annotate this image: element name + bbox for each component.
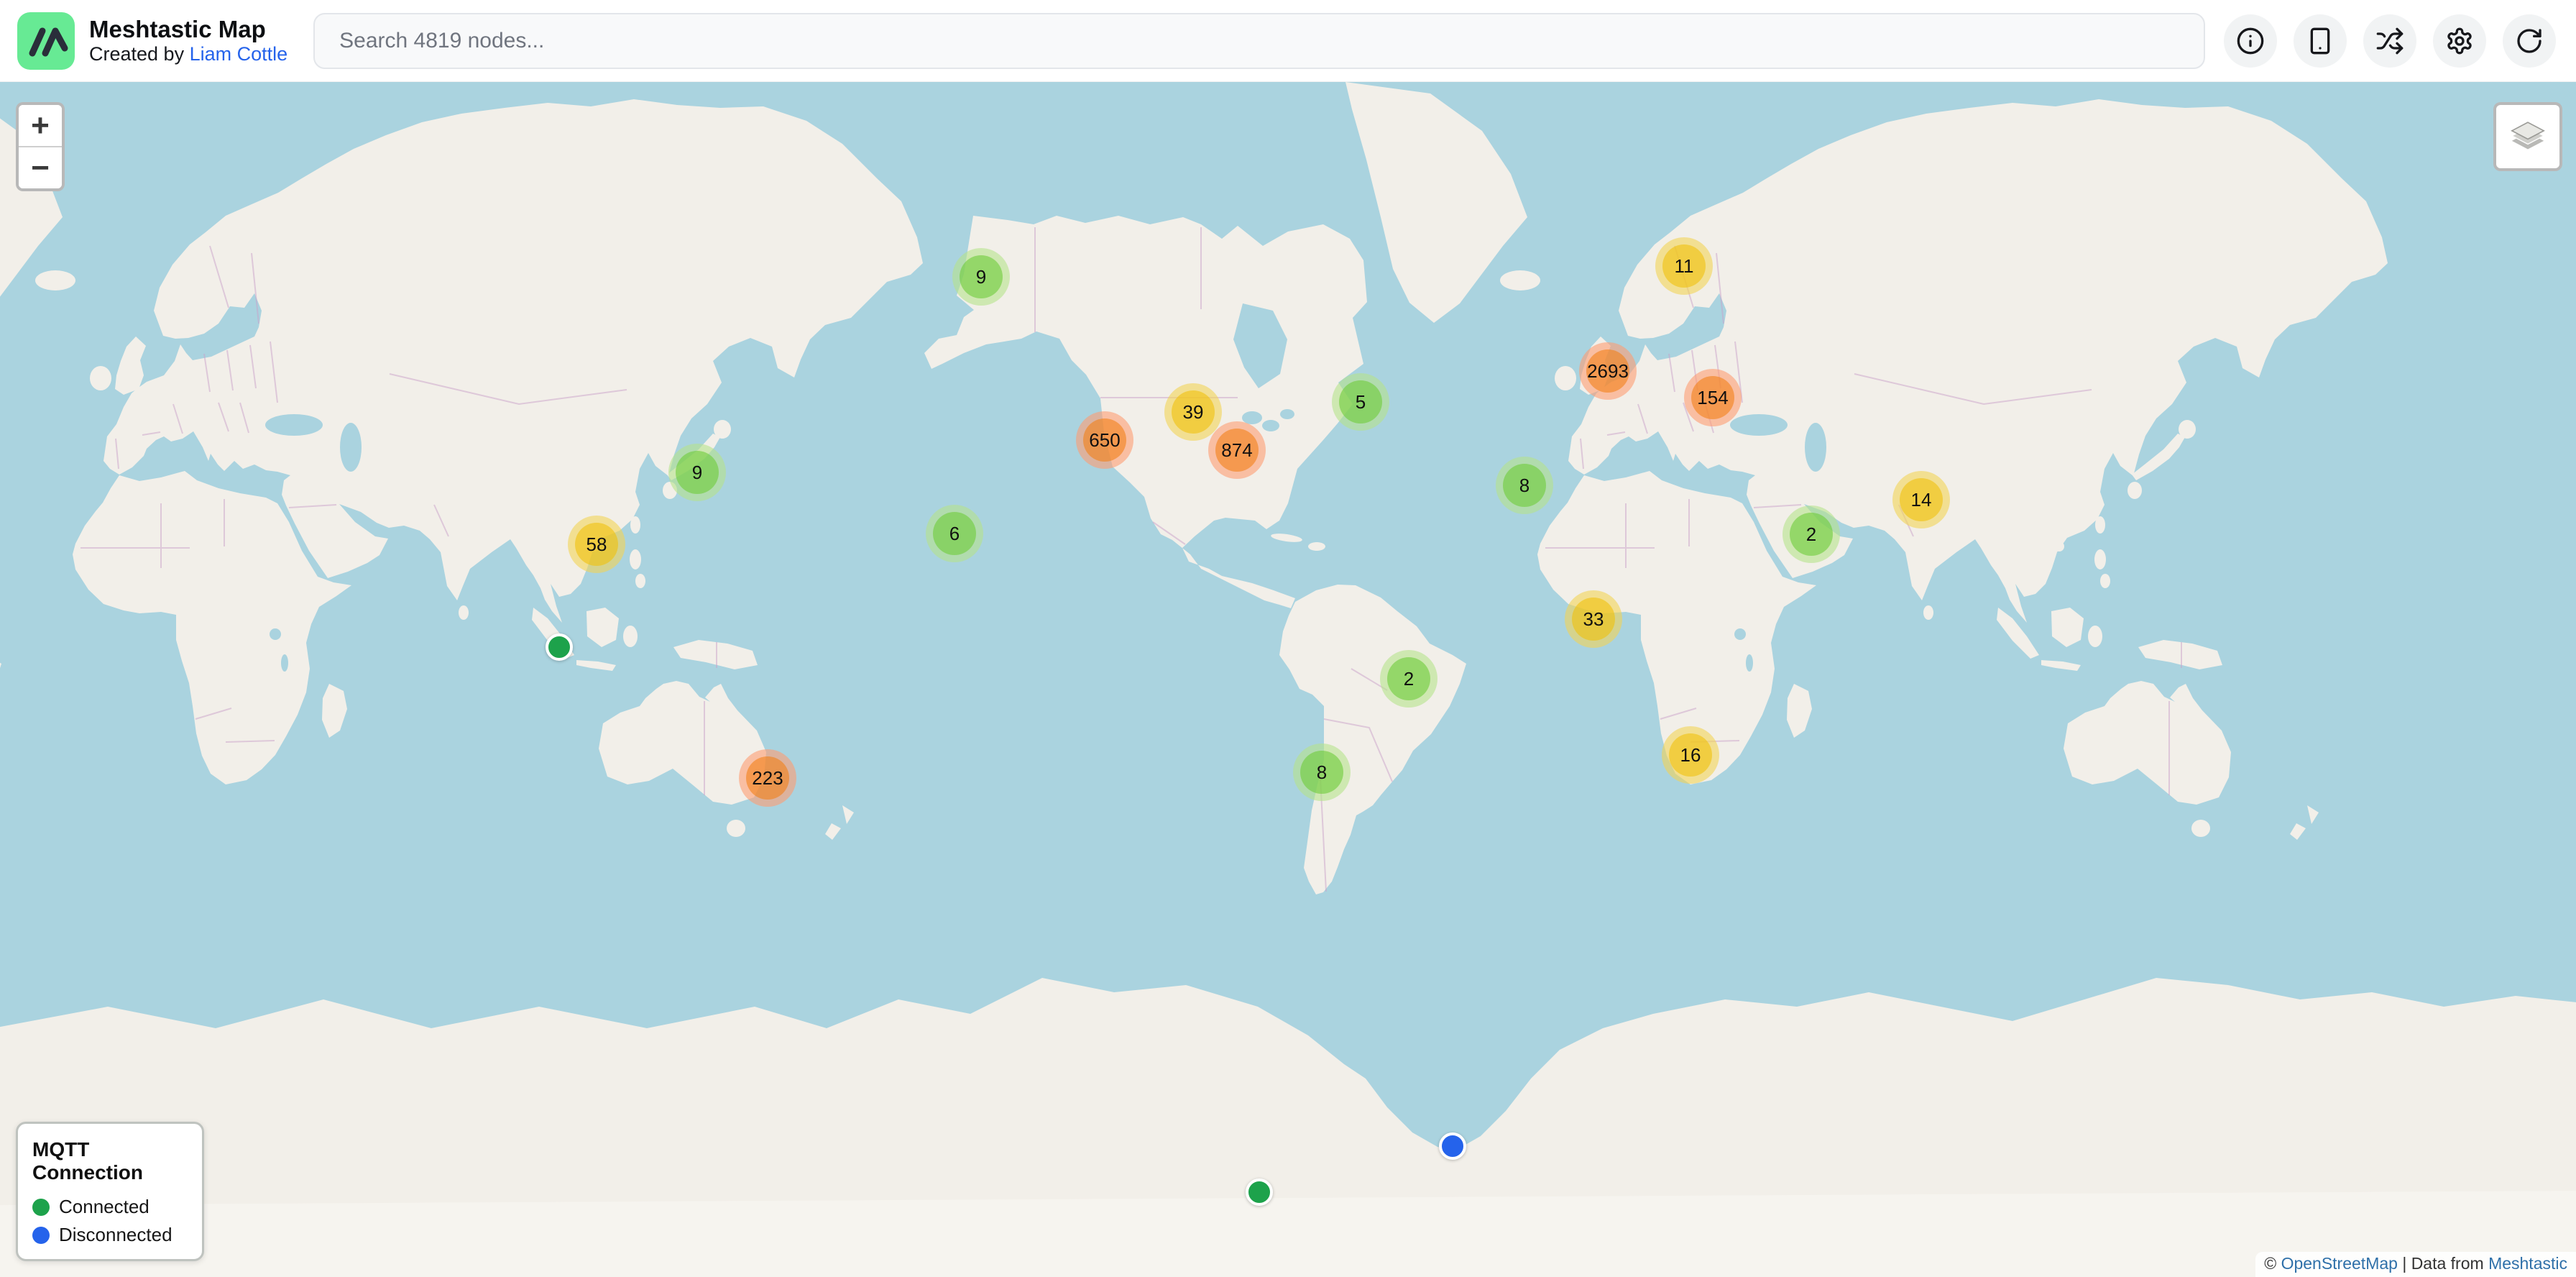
cluster-marker[interactable]: 2	[1380, 650, 1438, 708]
cluster-count: 2693	[1586, 349, 1629, 393]
cluster-count: 33	[1572, 598, 1615, 641]
cluster-count: 9	[676, 451, 719, 494]
mqtt-legend: MQTT Connection Connected Disconnected	[16, 1122, 204, 1261]
settings-button[interactable]	[2433, 14, 2486, 68]
cluster-marker[interactable]: 223	[739, 749, 796, 807]
node-marker-connected[interactable]	[546, 633, 573, 661]
title-block: Meshtastic Map Created by Liam Cottle	[89, 17, 288, 65]
node-marker-connected[interactable]	[1246, 1178, 1273, 1206]
zoom-in-button[interactable]: +	[19, 105, 62, 146]
cluster-count: 2	[1387, 657, 1430, 700]
info-icon	[2236, 27, 2265, 55]
header-actions	[2224, 14, 2556, 68]
author-link[interactable]: Liam Cottle	[190, 43, 288, 65]
cluster-count: 8	[1503, 464, 1546, 507]
cluster-count: 8	[1300, 751, 1343, 794]
refresh-icon	[2515, 27, 2544, 55]
layers-icon	[2508, 116, 2548, 157]
cluster-count: 5	[1339, 380, 1382, 424]
cluster-marker[interactable]: 11	[1655, 237, 1713, 295]
cluster-marker[interactable]: 2693	[1579, 342, 1637, 400]
cluster-count: 874	[1215, 429, 1259, 472]
legend-title: MQTT Connection	[32, 1138, 188, 1184]
cluster-marker[interactable]: 9	[952, 248, 1010, 306]
mobile-app-button[interactable]	[2294, 14, 2347, 68]
cluster-marker[interactable]: 9	[668, 444, 726, 501]
search-input[interactable]	[313, 13, 2205, 69]
cluster-count: 14	[1900, 478, 1943, 521]
cluster-marker[interactable]: 5	[1332, 373, 1389, 431]
legend-item-connected: Connected	[32, 1196, 188, 1218]
attribution: © OpenStreetMap | Data from Meshtastic	[2255, 1252, 2576, 1277]
zoom-out-button[interactable]: −	[19, 146, 62, 188]
osm-link[interactable]: OpenStreetMap	[2281, 1254, 2398, 1273]
disconnected-dot-icon	[32, 1227, 50, 1244]
cluster-count: 16	[1669, 733, 1712, 777]
cluster-marker[interactable]: 2	[1782, 505, 1840, 563]
layers-control[interactable]	[2493, 102, 2562, 171]
cluster-count: 11	[1662, 244, 1706, 288]
node-marker-disconnected[interactable]	[1439, 1132, 1466, 1160]
map-canvas[interactable]: 9 11 2693 154 39 5 650 874 9 8 14 2 58 6 33 2 16 8 223	[0, 0, 2576, 1277]
cluster-marker[interactable]: 14	[1892, 471, 1950, 528]
header: Meshtastic Map Created by Liam Cottle	[0, 0, 2576, 82]
cluster-marker[interactable]: 33	[1565, 590, 1622, 648]
connected-dot-icon	[32, 1199, 50, 1216]
legend-label: Disconnected	[59, 1224, 172, 1246]
cluster-count: 154	[1691, 376, 1734, 419]
cluster-marker[interactable]: 6	[926, 505, 983, 562]
cluster-marker[interactable]: 16	[1662, 726, 1719, 784]
cluster-marker[interactable]: 154	[1684, 369, 1742, 426]
shuffle-icon	[2375, 27, 2404, 55]
cluster-count: 39	[1172, 390, 1215, 434]
cluster-count: 223	[746, 756, 789, 800]
attribution-middle: | Data from	[2398, 1254, 2488, 1273]
cluster-count: 9	[960, 255, 1003, 298]
smartphone-icon	[2306, 27, 2334, 55]
meshtastic-logo	[17, 12, 75, 70]
byline-prefix: Created by	[89, 43, 190, 65]
cluster-count: 6	[933, 512, 976, 555]
legend-label: Connected	[59, 1196, 150, 1218]
gear-icon	[2445, 27, 2474, 55]
cluster-count: 58	[575, 523, 618, 566]
cluster-marker[interactable]: 58	[568, 516, 625, 573]
mountain-glyph-icon	[17, 12, 75, 70]
meshtastic-link[interactable]: Meshtastic	[2488, 1254, 2567, 1273]
cluster-count: 2	[1790, 513, 1833, 556]
random-node-button[interactable]	[2363, 14, 2416, 68]
legend-item-disconnected: Disconnected	[32, 1224, 188, 1246]
page-title: Meshtastic Map	[89, 17, 288, 43]
attribution-prefix: ©	[2264, 1254, 2281, 1273]
zoom-control: + −	[16, 102, 65, 191]
info-button[interactable]	[2224, 14, 2277, 68]
cluster-count: 650	[1083, 418, 1126, 462]
cluster-marker[interactable]: 8	[1293, 743, 1351, 801]
cluster-marker[interactable]: 874	[1208, 421, 1266, 479]
cluster-marker[interactable]: 650	[1076, 411, 1133, 469]
byline: Created by Liam Cottle	[89, 43, 288, 65]
refresh-button[interactable]	[2503, 14, 2556, 68]
cluster-marker[interactable]: 8	[1496, 457, 1553, 514]
